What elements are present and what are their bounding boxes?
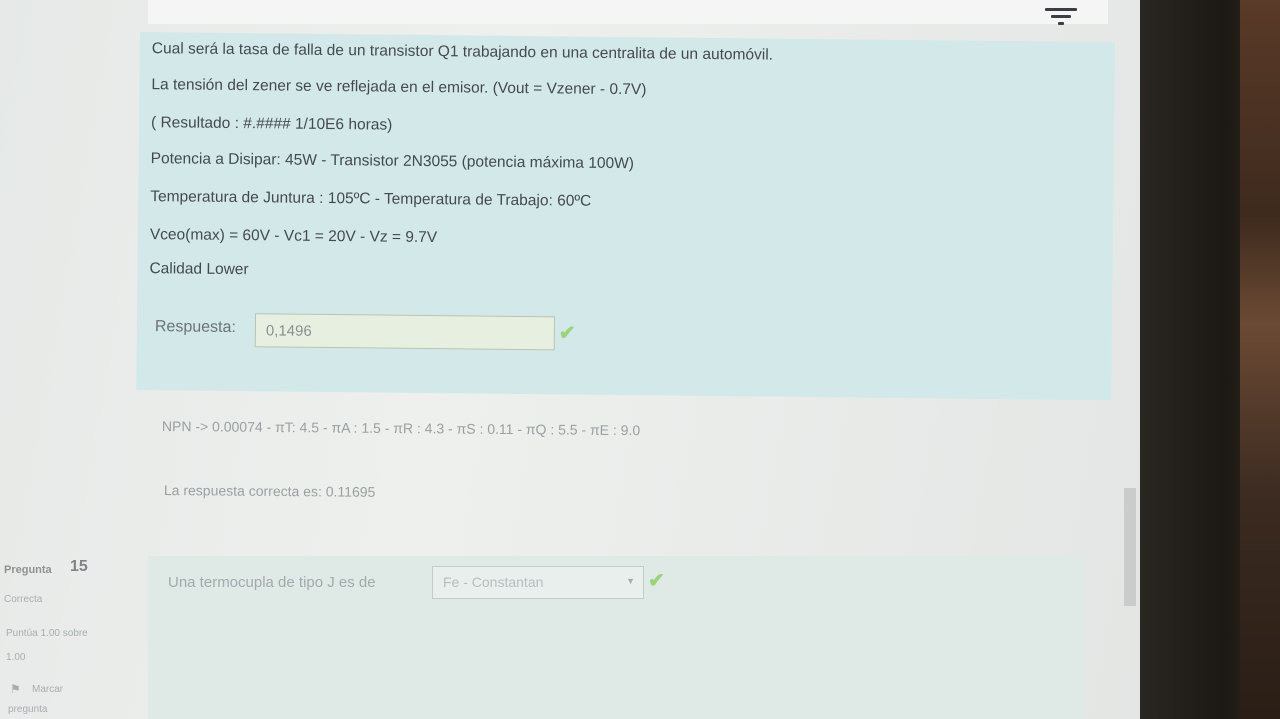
correct-check-icon: ✔: [648, 570, 665, 592]
filter-lines-icon[interactable]: [1045, 4, 1079, 26]
next-question-box: Una termocupla de tipo J es de Fe - Cons…: [148, 556, 1083, 719]
general-feedback: NPN -> 0.00074 - πT: 4.5 - πA : 1.5 - πR…: [161, 418, 641, 439]
answer-input[interactable]: [254, 313, 556, 351]
flag-icon[interactable]: ⚑: [10, 682, 21, 696]
question-line-4: Potencia a Disipar: 45W - Transistor 2N3…: [150, 150, 635, 173]
correct-check-icon: ✔: [558, 322, 576, 345]
question-line-6: Vceo(max) = 60V - Vc1 = 20V - Vz = 9.7V: [149, 226, 438, 247]
question-line-1: Cual será la tasa de falla de un transis…: [151, 40, 774, 64]
question-line-2: La tensión del zener se ve reflejada en …: [151, 76, 647, 99]
chevron-down-icon: ▼: [626, 576, 635, 586]
next-question-text: Una termocupla de tipo J es de: [168, 574, 376, 591]
page-scrollbar[interactable]: [1124, 488, 1136, 606]
answer-label: Respuesta:: [154, 318, 236, 337]
answer-select[interactable]: Fe - Constantan ▼: [432, 566, 644, 599]
question-score-line-1: Puntúa 1.00 sobre: [6, 628, 88, 639]
question-line-3: ( Resultado : #.#### 1/10E6 horas): [150, 114, 393, 134]
answer-select-value: Fe - Constantan: [443, 574, 544, 590]
question-state: Correcta: [4, 594, 43, 605]
previous-question-strip: [148, 0, 1108, 24]
question-number: 15: [70, 558, 88, 575]
flag-question-label-2[interactable]: pregunta: [8, 704, 47, 715]
question-content-box: Cual será la tasa de falla de un transis…: [136, 32, 1115, 401]
question-line-5: Temperatura de Juntura : 105ºC - Tempera…: [150, 188, 592, 210]
background-wall: [1240, 0, 1280, 719]
question-line-7: Calidad Lower: [149, 260, 249, 279]
question-number-label: Pregunta: [4, 564, 52, 576]
monitor-bezel: [1140, 0, 1280, 719]
quiz-review-screen: Cual será la tasa de falla de un transis…: [0, 0, 1140, 719]
right-answer-feedback: La respuesta correcta es: 0.11695: [163, 482, 376, 500]
question-score-line-2: 1.00: [6, 652, 26, 663]
flag-question-label-1[interactable]: Marcar: [32, 684, 63, 695]
